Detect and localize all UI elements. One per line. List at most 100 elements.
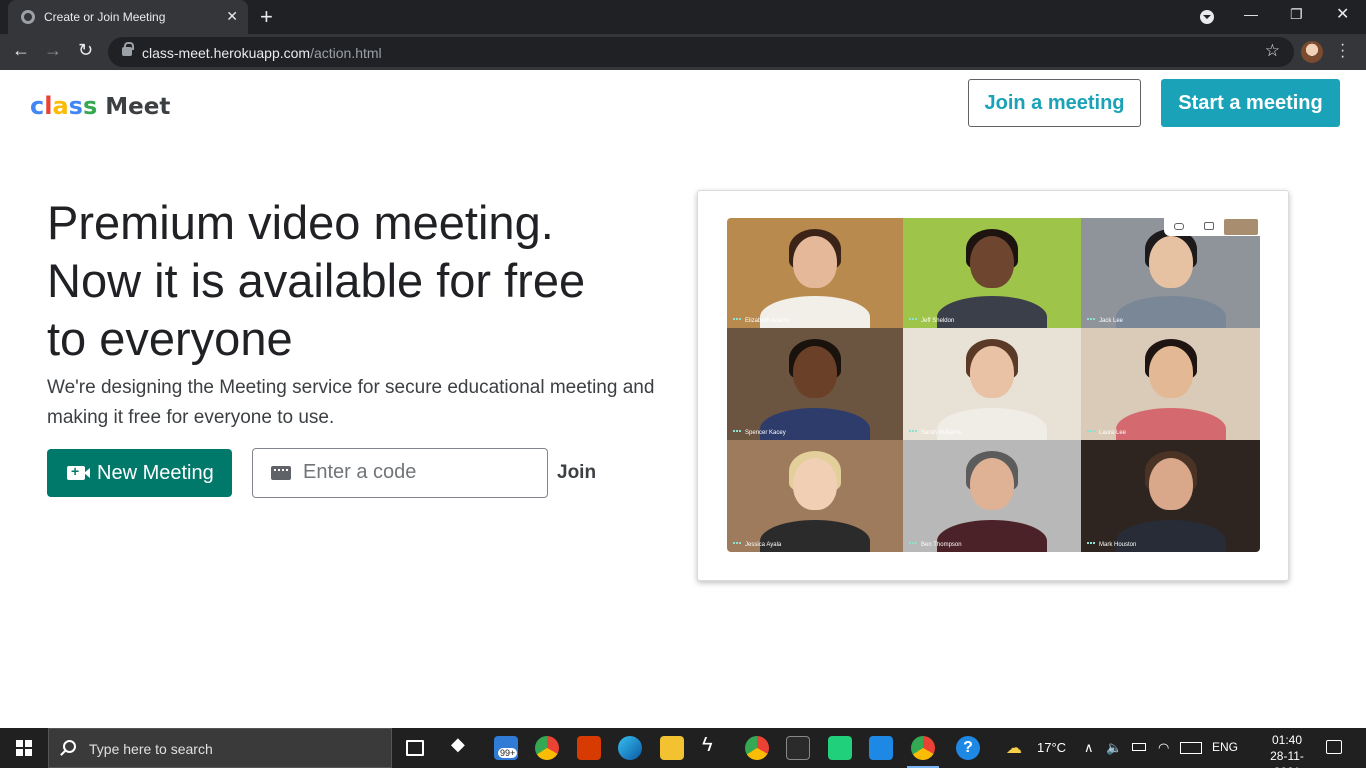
office-icon[interactable] bbox=[577, 736, 601, 760]
logo-letter: a bbox=[52, 92, 69, 120]
tab-search-icon[interactable] bbox=[1200, 10, 1214, 24]
new-meeting-button[interactable]: New Meeting bbox=[47, 449, 232, 497]
volume-icon[interactable]: 🔈 bbox=[1106, 740, 1122, 756]
participant-face bbox=[793, 457, 837, 510]
headline-line-1: Premium video meeting. bbox=[47, 196, 554, 249]
participant-body bbox=[1115, 296, 1226, 328]
notification-icon[interactable] bbox=[1326, 740, 1342, 754]
chrome-icon[interactable] bbox=[535, 736, 559, 760]
participant-tile: Jack Lee bbox=[1081, 218, 1260, 328]
temperature-text[interactable]: 17°C bbox=[1037, 740, 1066, 755]
lock-icon[interactable] bbox=[122, 42, 134, 56]
hero-headline: Premium video meeting. Now it is availab… bbox=[47, 194, 687, 368]
logo-letter: l bbox=[44, 92, 53, 120]
meeting-code-field[interactable] bbox=[252, 448, 548, 498]
help-icon[interactable]: ? bbox=[956, 736, 980, 760]
participant-tile: Ben Thompson bbox=[903, 440, 1081, 552]
bookmark-star-icon[interactable]: ☆ bbox=[1265, 41, 1280, 61]
keyboard-icon bbox=[271, 466, 291, 480]
more-menu-icon[interactable]: · · · bbox=[1340, 37, 1345, 65]
address-bar[interactable]: class-meet.herokuapp.com/action.html ☆ bbox=[108, 37, 1294, 67]
participant-name: Jessica Ayala bbox=[733, 542, 781, 548]
maximize-button[interactable]: ❐ bbox=[1290, 6, 1303, 23]
windows-taskbar: Type here to search ◆ 99+ ϟ ? ☁ 17°C ∧ 🔈… bbox=[0, 728, 1366, 779]
dropbox-icon[interactable]: ◆ bbox=[451, 734, 475, 758]
participant-face bbox=[793, 345, 837, 398]
page-content: class Meet Join a meeting Start a meeting… bbox=[0, 70, 1366, 728]
join-meeting-button[interactable]: Join a meeting bbox=[968, 79, 1141, 127]
wifi-icon[interactable]: ◠ bbox=[1158, 740, 1169, 756]
url-host: class-meet.herokuapp.com bbox=[142, 45, 311, 61]
participant-tile: Spencer Kacey bbox=[727, 328, 903, 440]
participant-name: Ben Thompson bbox=[909, 542, 962, 548]
class-meet-logo[interactable]: class Meet bbox=[30, 92, 170, 120]
chrome-profile-icon[interactable] bbox=[745, 736, 769, 760]
language-indicator[interactable]: ENG bbox=[1212, 740, 1238, 754]
participant-tile: Sarah Williams bbox=[903, 328, 1081, 440]
url-text[interactable]: class-meet.herokuapp.com/action.html bbox=[142, 45, 382, 61]
clock-time: 01:40 bbox=[1271, 733, 1303, 747]
browser-toolbar: ← → ↻ class-meet.herokuapp.com/action.ht… bbox=[0, 34, 1366, 70]
chrome-active-icon[interactable] bbox=[907, 736, 939, 768]
participant-tile: Elizabeth Adams bbox=[727, 218, 903, 328]
participant-name: Jeff Sheldon bbox=[909, 318, 954, 324]
windows-start-icon[interactable] bbox=[16, 740, 32, 756]
join-link[interactable]: Join bbox=[557, 462, 596, 484]
search-icon bbox=[63, 740, 76, 753]
touch-keyboard-icon[interactable] bbox=[1180, 742, 1202, 754]
tray-chevron-icon[interactable]: ∧ bbox=[1084, 740, 1094, 756]
browser-tab[interactable]: Create or Join Meeting ✕ bbox=[8, 0, 248, 34]
mail-icon[interactable]: 99+ bbox=[494, 736, 518, 760]
logo-letter: s bbox=[68, 92, 83, 120]
participant-tile: Mark Houston bbox=[1081, 440, 1260, 552]
forward-arrow-icon[interactable]: → bbox=[44, 40, 62, 61]
new-meeting-label: New Meeting bbox=[97, 461, 214, 484]
edge-icon[interactable] bbox=[618, 736, 642, 760]
windows-terminal-icon[interactable] bbox=[786, 736, 810, 760]
file-explorer-icon[interactable] bbox=[660, 736, 684, 760]
taskbar-clock[interactable]: 01:40 28-11-2021 bbox=[1262, 732, 1312, 780]
back-arrow-icon[interactable]: ← bbox=[12, 40, 30, 61]
headline-line-3: to everyone bbox=[47, 312, 293, 365]
url-path: /action.html bbox=[310, 45, 382, 61]
meeting-code-input[interactable] bbox=[303, 461, 533, 484]
tab-close-icon[interactable]: ✕ bbox=[226, 8, 238, 25]
camtasia-icon[interactable] bbox=[828, 736, 852, 760]
logo-class-text: class bbox=[30, 92, 97, 120]
participant-face bbox=[970, 235, 1014, 288]
taskbar-search-placeholder: Type here to search bbox=[89, 741, 213, 757]
participant-face bbox=[793, 235, 837, 288]
participant-tile: Jeff Sheldon bbox=[903, 218, 1081, 328]
meeting-preview-card: Elizabeth Adams Jeff Sheldon Jack Lee Spenc… bbox=[697, 190, 1289, 581]
logo-letter: c bbox=[30, 92, 45, 120]
logo-letter: s bbox=[82, 92, 98, 120]
participant-tile: Jessica Ayala bbox=[727, 440, 903, 552]
tab-title: Create or Join Meeting bbox=[44, 10, 166, 24]
window-close-button[interactable]: ✕ bbox=[1336, 4, 1349, 24]
terminal-app-icon[interactable]: ϟ bbox=[702, 734, 726, 758]
minimize-button[interactable]: — bbox=[1244, 6, 1258, 22]
participant-name: Mark Houston bbox=[1087, 542, 1136, 548]
participant-name: Jack Lee bbox=[1087, 318, 1123, 324]
start-meeting-button[interactable]: Start a meeting bbox=[1161, 79, 1340, 127]
headline-line-2: Now it is available for free bbox=[47, 254, 586, 307]
weather-icon[interactable]: ☁ bbox=[1006, 738, 1022, 758]
participant-name: Spencer Kacey bbox=[733, 430, 786, 436]
task-view-icon[interactable] bbox=[406, 740, 424, 756]
video-camera-add-icon bbox=[67, 463, 90, 480]
taskbar-search-box[interactable]: Type here to search bbox=[48, 728, 392, 768]
participant-name: Sarah Williams bbox=[909, 430, 961, 436]
participant-face bbox=[1148, 235, 1193, 288]
participant-grid: Elizabeth Adams Jeff Sheldon Jack Lee Spenc… bbox=[727, 218, 1260, 552]
new-tab-button[interactable]: + bbox=[260, 4, 273, 30]
profile-avatar[interactable] bbox=[1301, 41, 1323, 63]
participant-body bbox=[1115, 408, 1226, 440]
participant-face bbox=[1148, 457, 1193, 510]
participant-tile: Laura Lee bbox=[1081, 328, 1260, 440]
browser-tab-bar: Create or Join Meeting ✕ + — ❐ ✕ bbox=[0, 0, 1366, 34]
video-editor-icon[interactable] bbox=[869, 736, 893, 760]
mail-badge: 99+ bbox=[498, 748, 518, 758]
battery-icon[interactable] bbox=[1132, 743, 1146, 751]
logo-meet-text: Meet bbox=[105, 94, 171, 120]
reload-icon[interactable]: ↻ bbox=[78, 40, 93, 61]
